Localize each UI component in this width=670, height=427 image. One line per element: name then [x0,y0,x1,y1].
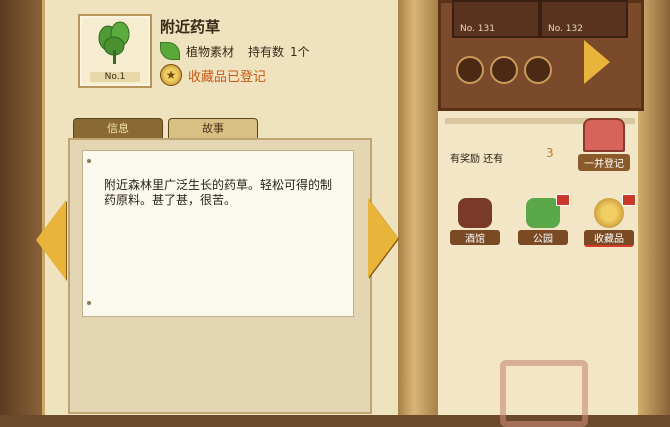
chest-icon [583,118,625,152]
nav-collection-label: 收藏品 [584,230,634,247]
nav-collection[interactable]: 收藏品 [584,194,636,250]
register-all-label: 一并登记 [578,154,630,171]
prev-page-arrow-icon[interactable] [36,200,66,280]
tab-story[interactable]: 故事 [168,118,258,139]
nav-tavern-label: 酒馆 [450,230,500,245]
leaf-icon [160,42,180,60]
pin-icon [87,159,91,163]
park-icon [526,198,560,228]
collection-status-row: ★ 收藏品已登记 [160,64,266,86]
item-number: No.1 [90,72,140,82]
slot-number: No. 131 [460,24,495,34]
description-paper [82,150,354,317]
page-dot[interactable] [456,56,484,84]
reward-count: 3 [546,146,554,160]
reward-label: 有奖励 还有 [450,154,504,165]
shelf-slot[interactable]: No. 132 [540,0,628,38]
next-page-arrow-icon[interactable] [368,198,398,278]
star-icon: ★ [160,64,182,86]
stamp-decoration [500,360,588,427]
collection-star-icon [594,198,624,228]
category-row: 植物素材 持有数 1个 [160,42,310,60]
bookmark-icon [622,194,636,206]
owned-label: 持有数 [248,44,285,59]
item-card: No.1 [78,14,152,88]
owned-count: 1个 [290,44,310,59]
herb-icon [98,21,130,64]
register-all-button[interactable]: 一并登记 [578,118,630,171]
category-label: 植物素材 [186,44,235,59]
item-description: 附近森林里广泛生长的药草。轻松可得的制药原料。甚了甚，很苦。 [104,178,333,207]
book-spine [398,0,438,415]
tab-info[interactable]: 信息 [73,118,163,139]
tavern-icon [458,198,492,228]
page-dot[interactable] [524,56,552,84]
nav-park[interactable]: 公园 [518,194,570,250]
collection-status: 收藏品已登记 [188,69,267,85]
item-name: 附近药草 [160,18,221,36]
page-dot[interactable] [490,56,518,84]
pin-icon [87,301,91,305]
slot-number: No. 132 [548,24,583,34]
nav-tavern[interactable]: 酒馆 [450,198,500,250]
shelf-slot[interactable]: No. 131 [452,0,540,38]
bookmark-icon [556,194,570,206]
nav-park-label: 公园 [518,230,568,245]
shelf-next-arrow-icon[interactable] [584,40,610,84]
